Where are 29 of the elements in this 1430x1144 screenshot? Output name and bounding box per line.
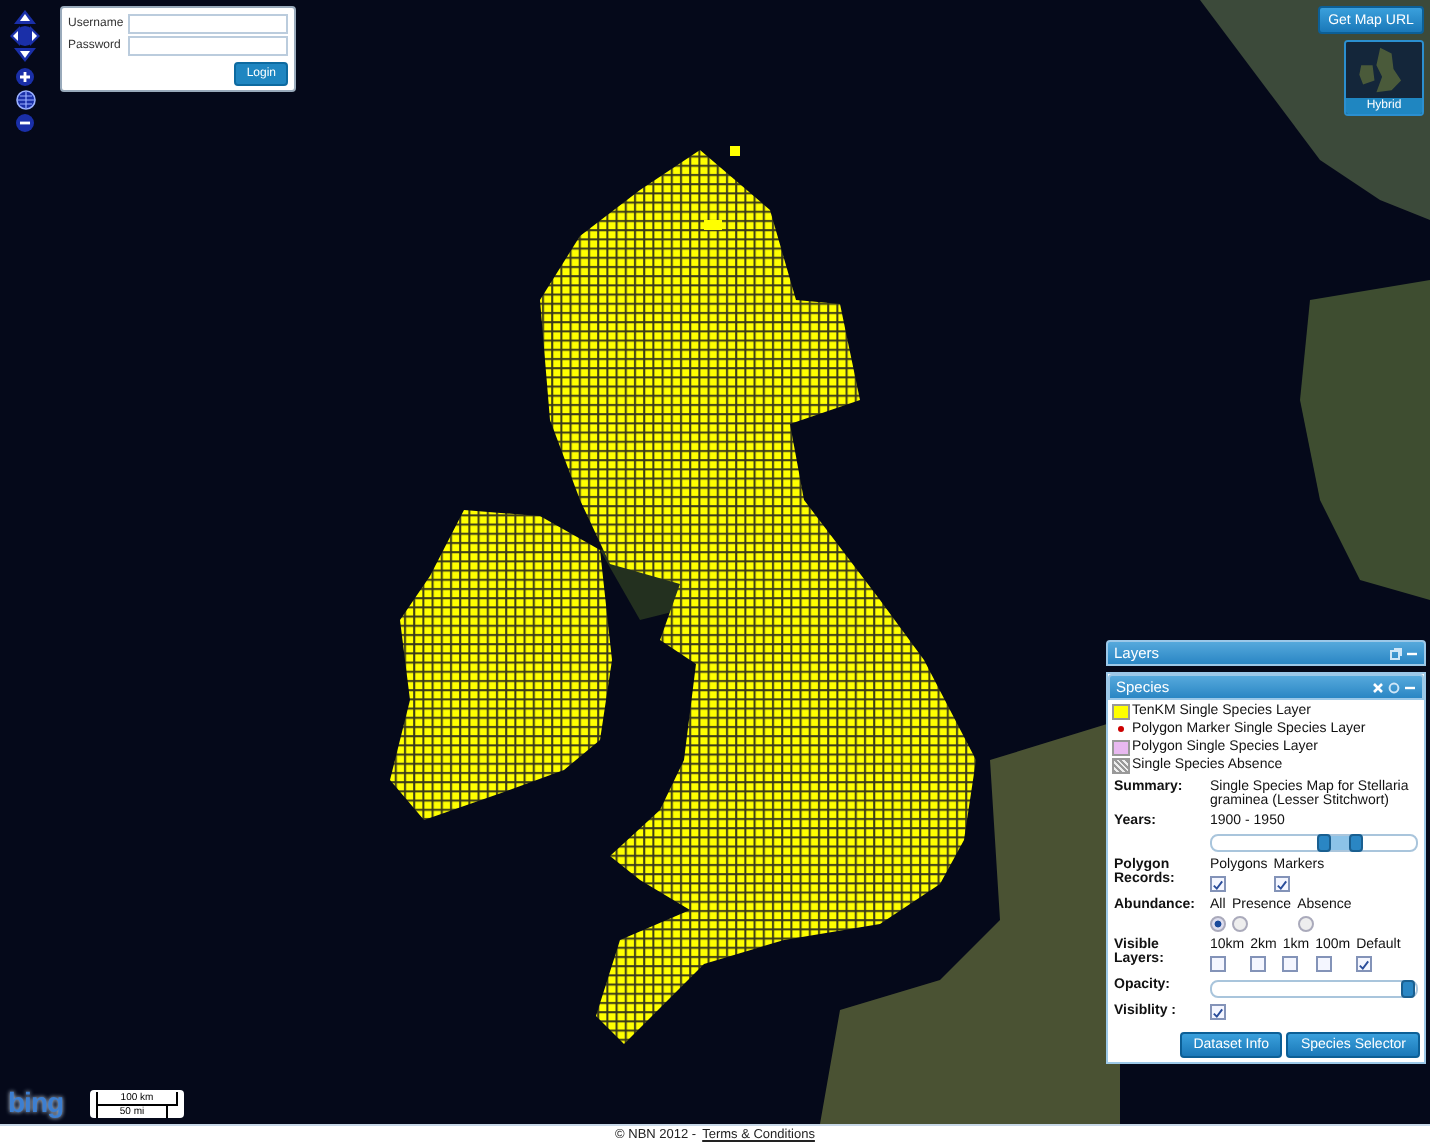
checkbox[interactable] xyxy=(1282,956,1299,972)
restore-icon[interactable] xyxy=(1390,647,1402,659)
checkbox[interactable] xyxy=(1315,956,1332,972)
slider-thumb[interactable] xyxy=(1401,980,1415,998)
slider-thumb[interactable] xyxy=(1317,834,1332,852)
checkbox[interactable] xyxy=(1273,876,1290,892)
close-icon[interactable] xyxy=(1372,681,1384,693)
radio-button[interactable] xyxy=(1297,916,1314,932)
zoom-in-icon[interactable] xyxy=(16,68,34,86)
globe-icon[interactable] xyxy=(15,90,35,110)
checkbox[interactable] xyxy=(1210,1004,1226,1020)
checkbox[interactable] xyxy=(1356,956,1373,972)
year-range-slider[interactable] xyxy=(1210,834,1418,852)
minimize-icon[interactable] xyxy=(1406,647,1418,659)
input-field[interactable] xyxy=(128,36,288,56)
opacity-slider[interactable] xyxy=(1210,980,1418,998)
zoom-out-icon[interactable] xyxy=(16,114,34,132)
checkbox[interactable] xyxy=(1210,876,1226,892)
radio-button[interactable] xyxy=(1210,916,1226,932)
slider-thumb[interactable] xyxy=(1349,834,1364,852)
radio-button[interactable] xyxy=(1232,916,1248,932)
bing-logo: bing xyxy=(8,1086,64,1118)
checkbox[interactable] xyxy=(1210,956,1226,972)
map-thumbnail-icon xyxy=(1346,42,1422,98)
minimize-icon[interactable] xyxy=(1404,681,1416,693)
settings-icon[interactable] xyxy=(1388,681,1400,693)
checkbox[interactable] xyxy=(1250,956,1267,972)
pan-arrows-icon[interactable] xyxy=(8,8,42,64)
input-field[interactable] xyxy=(128,14,288,34)
